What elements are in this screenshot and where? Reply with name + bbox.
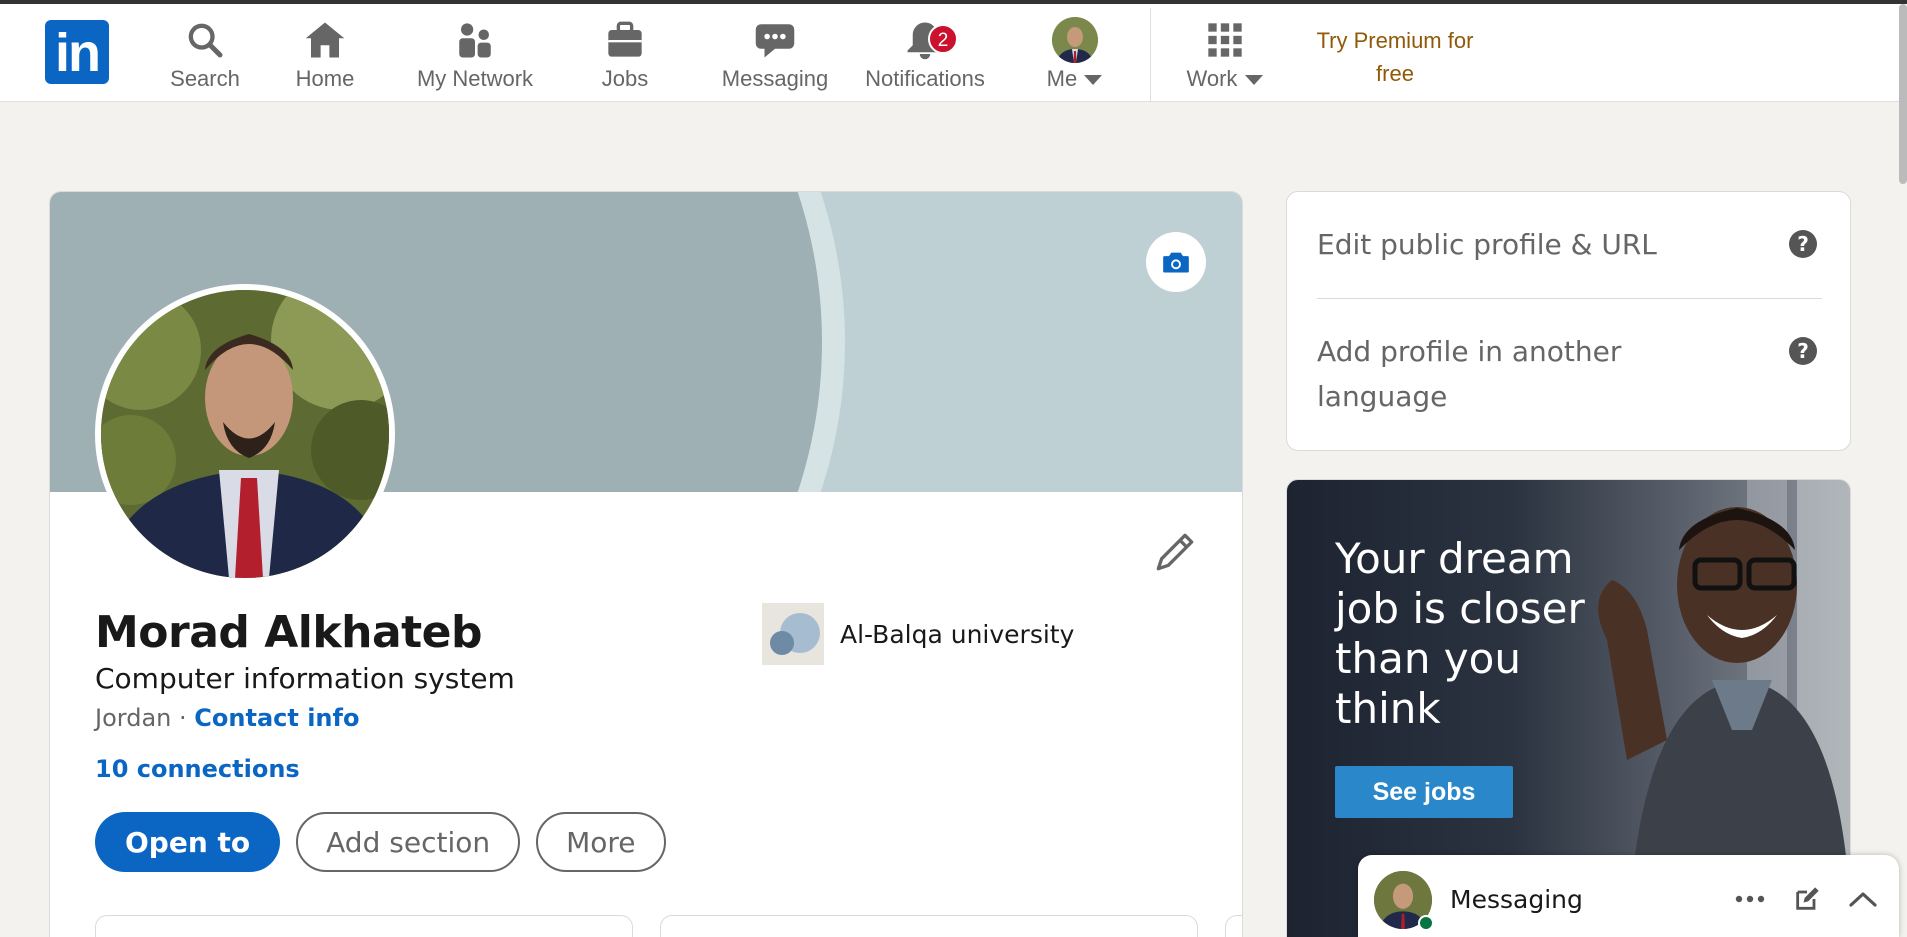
contact-info-link[interactable]: Contact info bbox=[194, 704, 359, 732]
nav-me[interactable]: Me bbox=[1030, 17, 1120, 98]
network-icon bbox=[410, 18, 540, 62]
nav-home-label: Home bbox=[295, 66, 355, 91]
search-icon bbox=[150, 18, 260, 62]
profile-actions: Open to Add section More bbox=[95, 812, 666, 872]
nav-search-label: Search bbox=[170, 66, 240, 91]
nav-notifications-label: Notifications bbox=[865, 66, 985, 91]
profile-name: Morad Alkhateb bbox=[95, 607, 483, 658]
open-to-button[interactable]: Open to bbox=[95, 812, 281, 872]
nav-notifications[interactable]: 2 Notifications bbox=[860, 18, 990, 98]
try-premium-link[interactable]: Try Premium for free bbox=[1300, 24, 1490, 90]
edit-public-profile-label: Edit public profile & URL bbox=[1317, 228, 1657, 261]
compose-icon[interactable] bbox=[1793, 885, 1821, 913]
grid-icon bbox=[1180, 18, 1270, 62]
profile-headline: Computer information system bbox=[95, 662, 515, 695]
divider bbox=[1317, 298, 1822, 299]
see-jobs-button[interactable]: See jobs bbox=[1335, 766, 1513, 818]
global-nav: in Search Home My Network Jobs Messaging bbox=[0, 4, 1907, 102]
add-section-button[interactable]: Add section bbox=[296, 812, 521, 872]
linkedin-logo[interactable]: in bbox=[45, 20, 109, 84]
messaging-title: Messaging bbox=[1450, 885, 1583, 914]
nav-me-text: Me bbox=[1046, 66, 1078, 91]
nav-my-network-label: My Network bbox=[416, 66, 534, 91]
ad-headline: Your dream job is closer than you think bbox=[1335, 534, 1585, 733]
pencil-icon bbox=[1156, 533, 1194, 571]
add-profile-language-label: Add profile in another language bbox=[1317, 335, 1622, 413]
profile-photo[interactable] bbox=[95, 284, 395, 584]
nav-me-label: Me bbox=[1030, 66, 1120, 92]
more-button[interactable]: More bbox=[536, 812, 666, 872]
nav-work[interactable]: Work bbox=[1180, 18, 1270, 98]
scrollbar[interactable] bbox=[1899, 4, 1907, 184]
chevron-down-icon bbox=[1244, 75, 1263, 85]
messaging-controls bbox=[1735, 885, 1877, 913]
education-link[interactable]: Al-Balqa university bbox=[762, 603, 1074, 665]
nav-jobs[interactable]: Jobs bbox=[580, 18, 670, 98]
nav-search[interactable]: Search bbox=[150, 18, 260, 98]
edit-public-profile-link[interactable]: Edit public profile & URL ? bbox=[1317, 222, 1817, 267]
messaging-overlay[interactable]: Messaging bbox=[1358, 855, 1899, 937]
suggestion-card bbox=[95, 915, 633, 937]
nav-work-label: Work bbox=[1180, 66, 1270, 92]
nav-messaging[interactable]: Messaging bbox=[715, 18, 835, 98]
separator-dot: · bbox=[179, 704, 187, 732]
profile-location-row: Jordan · Contact info bbox=[95, 704, 359, 732]
nav-messaging-label: Messaging bbox=[721, 66, 829, 91]
connections-link[interactable]: 10 connections bbox=[95, 755, 300, 783]
camera-icon bbox=[1163, 252, 1189, 273]
edit-intro-button[interactable] bbox=[1150, 527, 1200, 577]
help-icon[interactable]: ? bbox=[1789, 230, 1817, 258]
suggestion-card bbox=[1225, 915, 1242, 937]
profile-settings-card: Edit public profile & URL ? Add profile … bbox=[1286, 191, 1851, 451]
nav-divider bbox=[1150, 8, 1151, 102]
profile-location: Jordan bbox=[95, 704, 172, 732]
nav-jobs-label: Jobs bbox=[601, 66, 649, 91]
add-profile-language-link[interactable]: Add profile in another language ? bbox=[1317, 329, 1817, 419]
avatar bbox=[1030, 17, 1120, 63]
notifications-badge: 2 bbox=[928, 24, 958, 54]
chevron-up-icon[interactable] bbox=[1849, 890, 1877, 908]
profile-card: Morad Alkhateb Computer information syst… bbox=[49, 191, 1243, 937]
bell-icon bbox=[860, 18, 990, 62]
help-icon[interactable]: ? bbox=[1789, 337, 1817, 365]
education-name: Al-Balqa university bbox=[840, 619, 1075, 649]
nav-my-network[interactable]: My Network bbox=[410, 18, 540, 98]
edit-banner-button[interactable] bbox=[1146, 232, 1206, 292]
chevron-down-icon bbox=[1084, 75, 1103, 85]
school-logo bbox=[762, 603, 824, 665]
nav-work-text: Work bbox=[1186, 66, 1238, 91]
briefcase-icon bbox=[580, 18, 670, 62]
nav-home[interactable]: Home bbox=[280, 18, 370, 98]
home-icon bbox=[280, 18, 370, 62]
more-options-icon[interactable] bbox=[1735, 894, 1765, 904]
suggestion-card bbox=[660, 915, 1198, 937]
online-status-icon bbox=[1418, 915, 1434, 931]
chat-icon bbox=[715, 18, 835, 62]
